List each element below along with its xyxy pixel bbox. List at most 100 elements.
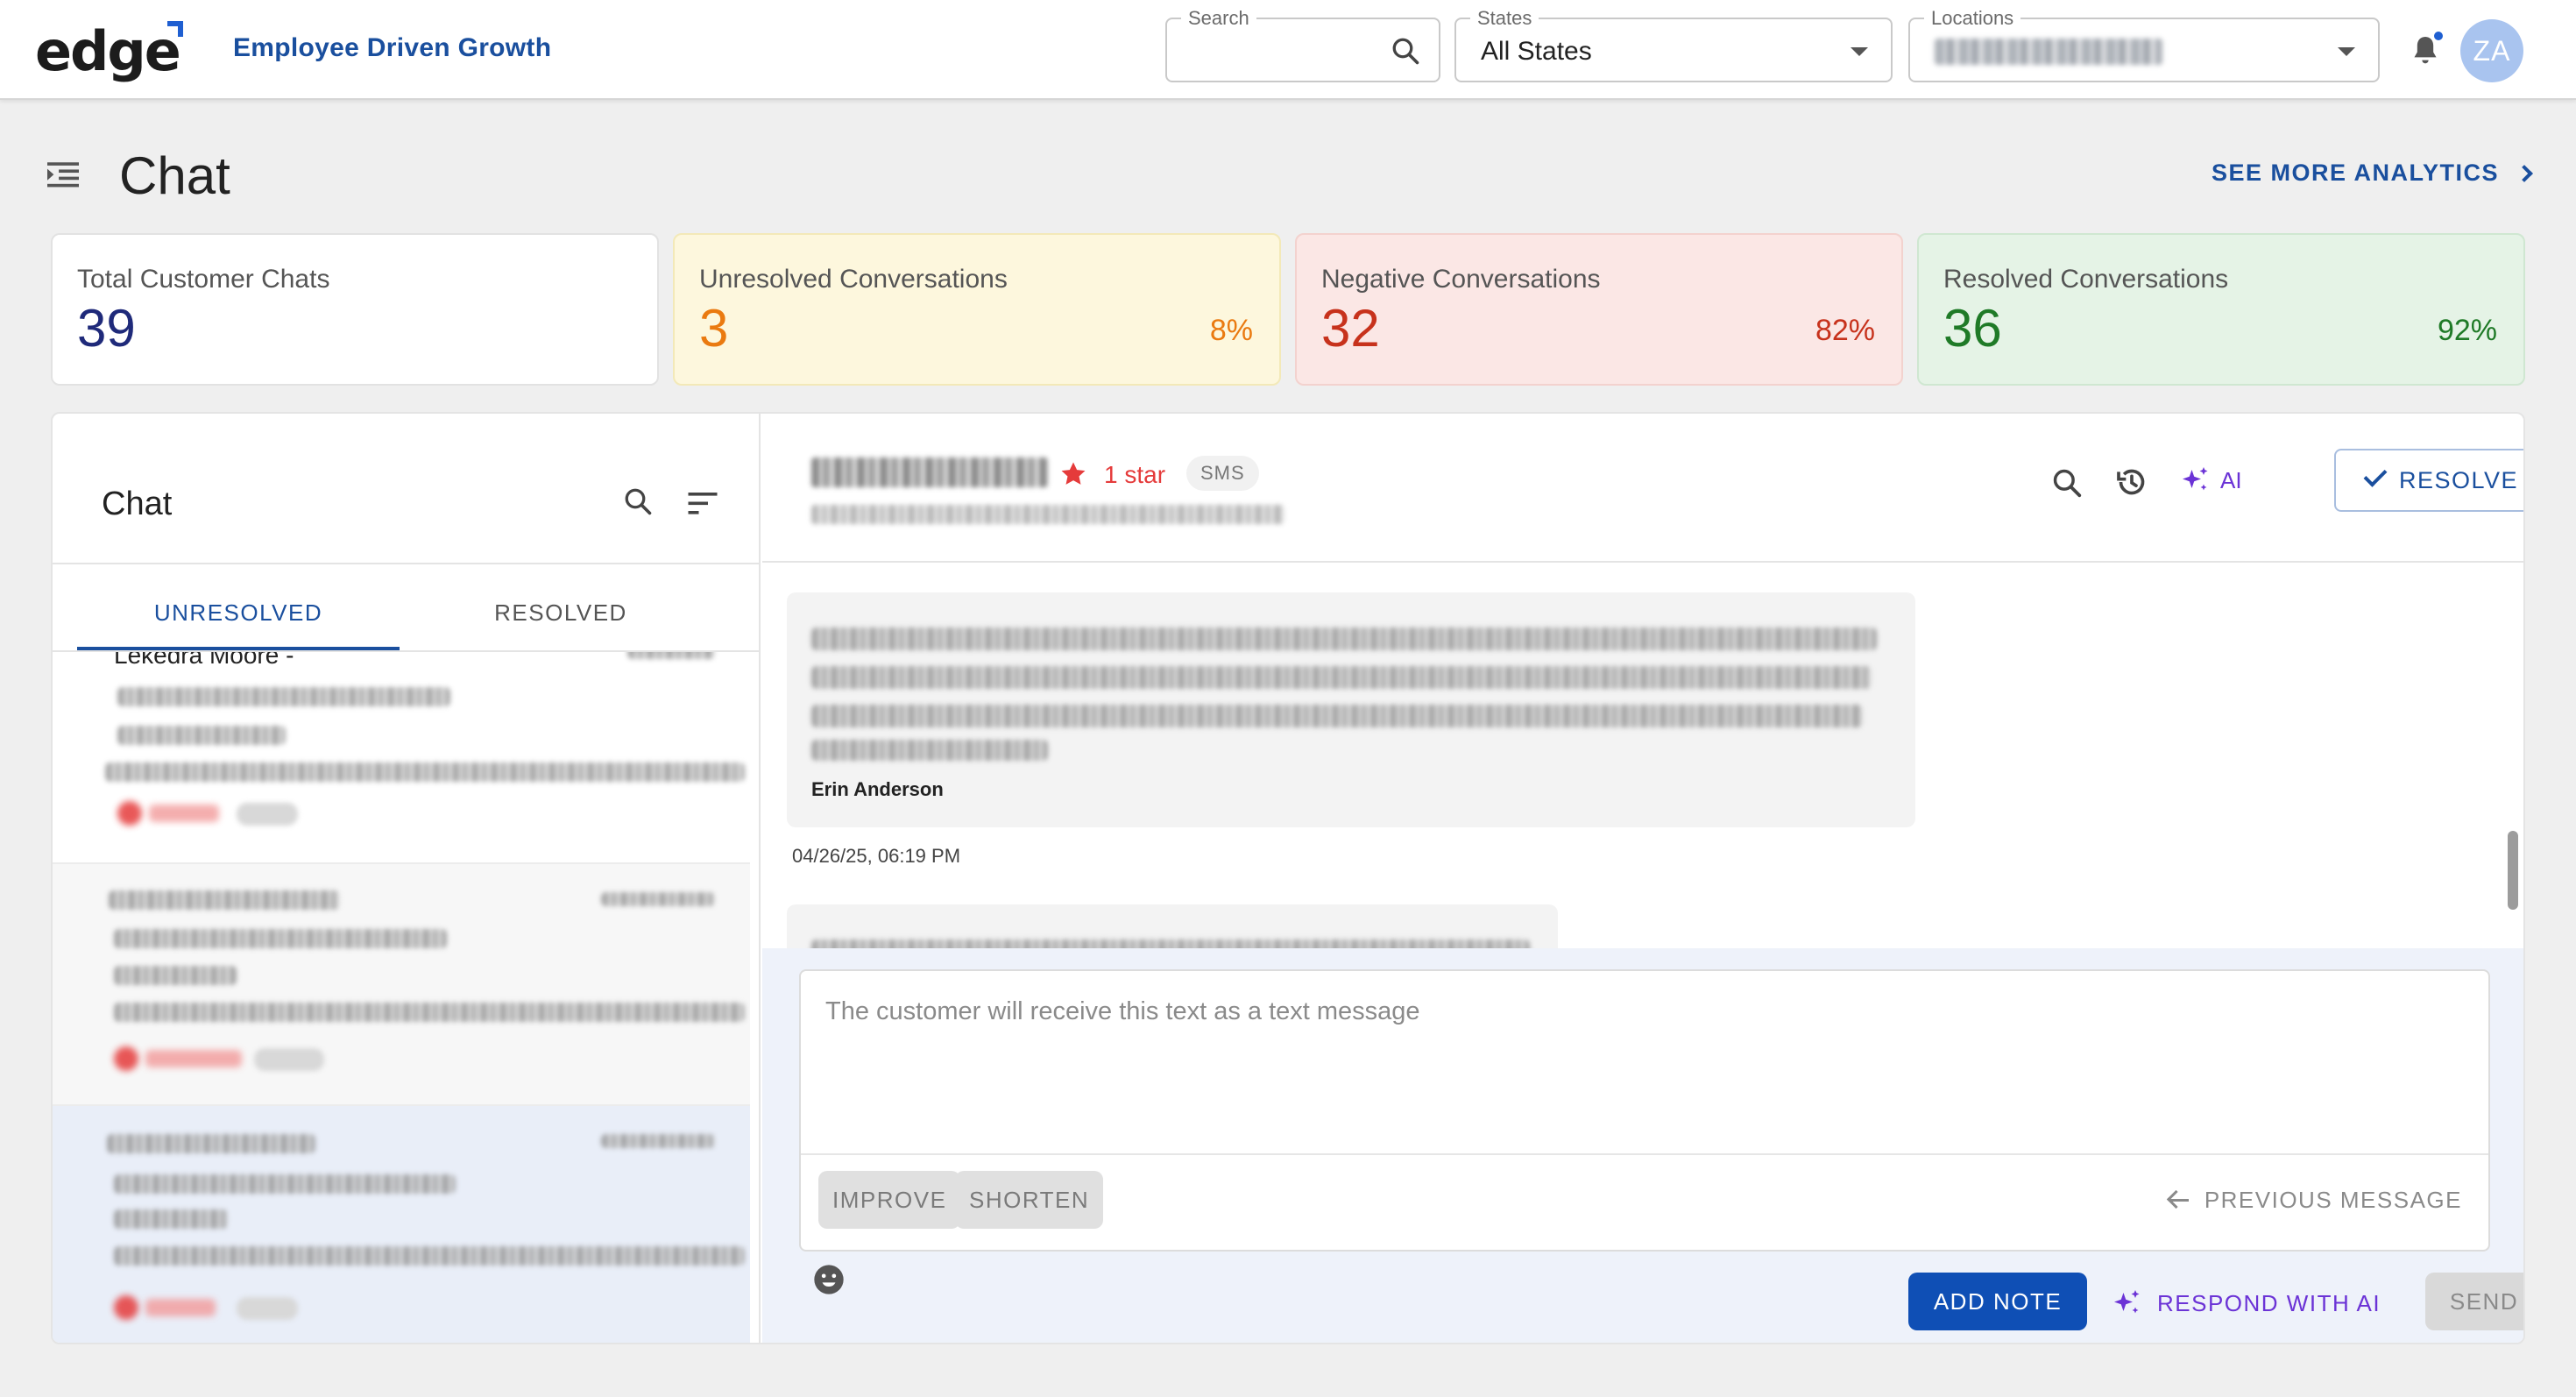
sparkle-icon (2183, 467, 2208, 491)
list-item-time-redacted (627, 652, 715, 659)
message-bubble: Erin Anderson (787, 592, 1915, 827)
divider (801, 1153, 2488, 1155)
chat-list-title: Chat (102, 486, 173, 522)
stat-card-negative: Negative Conversations 32 82% (1295, 233, 1903, 386)
message-text-redacted (811, 628, 1877, 650)
arrow-left-icon (2169, 1199, 2189, 1202)
rating-redacted (145, 1299, 216, 1316)
respond-with-ai-button[interactable]: RESPOND WITH AI (2112, 1274, 2381, 1332)
list-item[interactable] (53, 864, 750, 1106)
stat-percent: 92% (2437, 314, 2497, 347)
emoji-icon[interactable] (811, 1262, 846, 1297)
states-value: All States (1481, 37, 1592, 66)
chat-panel: Chat UNRESOLVED RESOLVED Lekedra Moore - (51, 412, 2525, 1344)
respond-with-ai-label: RESPOND WITH AI (2157, 1289, 2381, 1316)
previous-message-button[interactable]: PREVIOUS MESSAGE (2169, 1187, 2462, 1214)
logo-mark-icon (166, 21, 183, 37)
rating-label: 1 star (1104, 461, 1166, 488)
top-bar: edge Employee Driven Growth Search State… (0, 0, 2576, 100)
list-item-time-redacted (601, 1134, 715, 1148)
scrollbar-thumb[interactable] (2508, 831, 2518, 910)
stat-value: 36 (1943, 299, 2002, 358)
previous-message-label: PREVIOUS MESSAGE (2204, 1187, 2462, 1213)
ai-label: AI (2220, 466, 2242, 493)
list-item-text-redacted (114, 1003, 745, 1022)
tab-resolved[interactable]: RESOLVED (400, 599, 722, 627)
rating-redacted (149, 805, 219, 822)
message-thread: Erin Anderson 04/26/25, 06:19 PM (762, 564, 2523, 948)
resolve-label: RESOLVE (2398, 466, 2519, 493)
channel-badge: SMS (1186, 456, 1259, 491)
message-text-redacted (811, 740, 1048, 761)
search-icon[interactable] (2050, 466, 2084, 500)
stat-value: 32 (1321, 299, 1380, 358)
ai-button[interactable]: AI (2180, 464, 2242, 496)
star-icon (114, 1046, 138, 1071)
list-item-text-redacted (114, 966, 237, 985)
conversation-pane: 1 star SMS AI RESOLVE Erin Anderson 04/2… (762, 414, 2523, 1343)
add-note-button[interactable]: ADD NOTE (1908, 1273, 2087, 1330)
rating-redacted (145, 1050, 242, 1067)
list-item[interactable] (53, 1106, 750, 1343)
stat-card-total-chats: Total Customer Chats 39 (51, 233, 659, 386)
search-icon[interactable] (622, 486, 654, 517)
list-item-text-redacted (105, 762, 745, 782)
tagline: Employee Driven Growth (233, 33, 552, 62)
stat-value: 3 (699, 299, 729, 358)
stat-percent: 82% (1815, 314, 1875, 347)
search-label: Search (1181, 7, 1256, 30)
message-composer[interactable]: The customer will receive this text as a… (799, 969, 2490, 1252)
send-button[interactable]: SEND (2425, 1273, 2523, 1330)
list-item-text-redacted (114, 929, 447, 948)
message-text-redacted (811, 666, 1872, 689)
message-timestamp: 04/26/25, 06:19 PM (792, 845, 961, 867)
see-more-label: SEE MORE ANALYTICS (2212, 160, 2500, 186)
message-text-redacted (811, 705, 1863, 727)
menu-collapse-icon[interactable] (46, 160, 81, 191)
stat-percent: 8% (1209, 314, 1253, 347)
search-field[interactable]: Search (1165, 7, 1440, 82)
shorten-button[interactable]: SHORTEN (955, 1171, 1104, 1229)
stat-label: Total Customer Chats (77, 265, 330, 294)
star-icon (1061, 462, 1086, 485)
message-text-redacted (811, 940, 1530, 948)
message-input[interactable]: The customer will receive this text as a… (825, 997, 1420, 1026)
notification-dot (2432, 30, 2445, 42)
composer-area: The customer will receive this text as a… (762, 948, 2523, 1343)
customer-location-redacted (811, 505, 1284, 524)
chat-list-pane: Chat UNRESOLVED RESOLVED Lekedra Moore - (53, 414, 761, 1343)
see-more-analytics-link[interactable]: SEE MORE ANALYTICS (2212, 160, 2533, 187)
list-item-text-redacted (114, 1246, 745, 1266)
star-icon (114, 1295, 138, 1320)
customer-name-redacted (811, 457, 1048, 487)
stat-card-resolved: Resolved Conversations 36 92% (1917, 233, 2525, 386)
search-icon[interactable] (1390, 35, 1421, 67)
locations-select[interactable]: Locations (1908, 7, 2380, 82)
list-item-name: Lekedra Moore - (114, 652, 294, 669)
stat-label: Resolved Conversations (1943, 265, 2229, 294)
star-icon (117, 801, 142, 826)
chat-list: Lekedra Moore - (53, 652, 750, 1343)
edge-logo[interactable]: edge (35, 18, 183, 79)
message-bubble (787, 904, 1558, 948)
list-item-text-redacted (117, 687, 450, 706)
sparkle-icon (2114, 1290, 2140, 1314)
list-item-name-redacted (109, 890, 340, 910)
stat-label: Negative Conversations (1321, 265, 1601, 294)
avatar[interactable]: ZA (2460, 19, 2523, 82)
improve-button[interactable]: IMPROVE (818, 1171, 961, 1229)
resolve-button[interactable]: RESOLVE (2334, 449, 2523, 512)
sort-icon[interactable] (687, 491, 718, 515)
list-item-name-redacted (107, 1134, 315, 1153)
list-item-text-redacted (117, 726, 286, 745)
tab-unresolved[interactable]: UNRESOLVED (77, 599, 400, 627)
chevron-right-icon (2516, 164, 2533, 182)
history-icon[interactable] (2113, 464, 2150, 500)
list-item-time-redacted (601, 892, 715, 906)
states-select[interactable]: States All States (1454, 7, 1893, 82)
list-item[interactable]: Lekedra Moore - (53, 652, 750, 864)
stat-card-unresolved: Unresolved Conversations 3 8% (673, 233, 1281, 386)
channel-chip-redacted (237, 803, 298, 826)
channel-chip-redacted (254, 1048, 324, 1071)
divider (53, 563, 761, 564)
